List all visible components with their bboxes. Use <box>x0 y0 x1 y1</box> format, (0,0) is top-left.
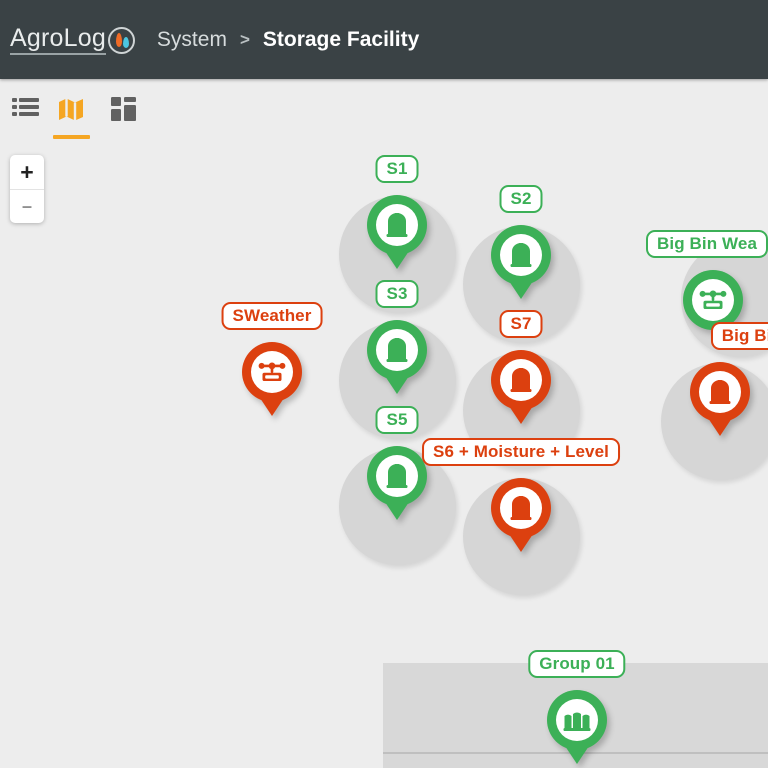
silo-bin-icon[interactable] <box>491 350 551 410</box>
marker-label[interactable]: S7 <box>499 310 543 338</box>
silo-bin-icon[interactable] <box>367 195 427 255</box>
silo-bin-icon[interactable] <box>690 362 750 422</box>
breadcrumb-item-system[interactable]: System <box>157 28 227 52</box>
breadcrumb-item-current: Storage Facility <box>262 27 420 51</box>
silo-bin-icon[interactable] <box>491 225 551 285</box>
tab-dashboard-view[interactable] <box>102 93 144 139</box>
marker-label[interactable]: Big Bin Wea <box>646 230 768 258</box>
map-zoom-controls: + – <box>10 155 44 223</box>
marker-label[interactable]: S5 <box>375 406 419 434</box>
breadcrumb: System > Storage Facility <box>157 28 419 52</box>
marker-label[interactable]: S6 + Moisture + Level <box>422 438 620 466</box>
weather-station-icon[interactable] <box>242 342 302 402</box>
map-canvas[interactable]: + – S1 S3 S5 S2 S7 S6 + Moisture + Level… <box>0 141 768 768</box>
brand-logo[interactable]: AgroLog <box>10 24 135 55</box>
tab-map-view[interactable] <box>50 93 92 139</box>
flame-droplet-logo-icon <box>107 26 135 54</box>
silo-bin-icon[interactable] <box>367 446 427 506</box>
silo-bin-icon[interactable] <box>367 320 427 380</box>
zoom-in-button[interactable]: + <box>10 155 44 189</box>
map-view-icon <box>58 97 84 123</box>
app-header: AgroLog System > Storage Facility <box>0 0 768 79</box>
marker-label[interactable]: S2 <box>499 185 543 213</box>
marker-label[interactable]: S1 <box>375 155 419 183</box>
breadcrumb-separator: > <box>239 29 250 49</box>
tab-list-view[interactable] <box>4 93 46 139</box>
weather-station-icon[interactable] <box>683 270 743 330</box>
marker-label[interactable]: SWeather <box>221 302 323 330</box>
list-view-icon <box>11 97 39 120</box>
marker-label[interactable]: Big Bin <box>710 322 768 350</box>
brand-name: AgroLog <box>10 24 106 55</box>
bin-group-icon[interactable] <box>547 690 607 750</box>
marker-label[interactable]: Group 01 <box>528 650 626 678</box>
zoom-out-button[interactable]: – <box>10 189 44 223</box>
marker-label[interactable]: S3 <box>375 280 419 308</box>
silo-bin-icon[interactable] <box>491 478 551 538</box>
app-root: AgroLog System > Storage Facility + – S1… <box>0 0 768 768</box>
view-toolbar <box>0 79 768 141</box>
dashboard-view-icon <box>110 97 136 121</box>
